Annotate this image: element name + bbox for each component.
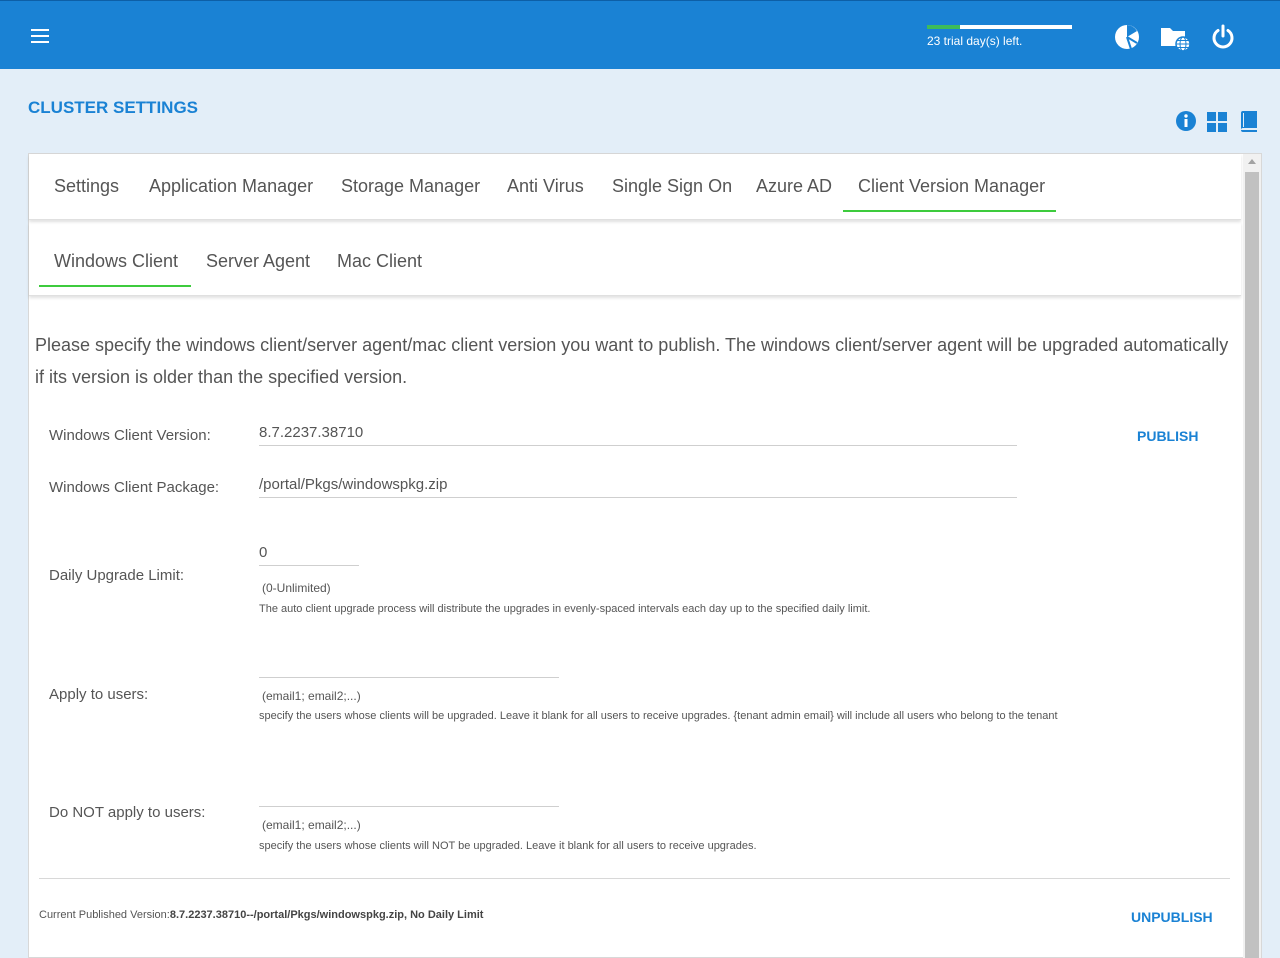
- apply-users-help: specify the users whose clients will be …: [259, 710, 1058, 722]
- package-input[interactable]: [259, 472, 1017, 498]
- tab-settings[interactable]: Settings: [54, 154, 119, 212]
- current-version-value: 8.7.2237.38710--/portal/Pkgs/windowspkg.…: [169, 909, 484, 921]
- top-bar: 23 trial day(s) left.: [0, 0, 1280, 69]
- daily-limit-input[interactable]: [259, 540, 359, 566]
- trial-progress-fill: [927, 25, 961, 29]
- tab-application-manager[interactable]: Application Manager: [149, 154, 313, 212]
- subtab-mac-client[interactable]: Mac Client: [337, 222, 422, 287]
- power-icon[interactable]: [1209, 23, 1237, 51]
- dashboard-pie-icon[interactable]: [1113, 23, 1141, 51]
- book-icon[interactable]: [1238, 110, 1260, 132]
- divider: [39, 878, 1230, 879]
- exclude-users-label: Do NOT apply to users:: [49, 804, 206, 821]
- folder-globe-icon[interactable]: [1160, 23, 1192, 52]
- version-input[interactable]: [259, 420, 1017, 446]
- tab-anti-virus[interactable]: Anti Virus: [507, 154, 584, 212]
- trial-text: 23 trial day(s) left.: [927, 34, 1023, 48]
- apply-users-input[interactable]: [259, 652, 559, 678]
- scrollbar-thumb[interactable]: [1245, 172, 1259, 958]
- exclude-users-input[interactable]: [259, 781, 559, 807]
- unpublish-button[interactable]: UNPUBLISH: [1131, 909, 1213, 925]
- subtab-server-agent[interactable]: Server Agent: [206, 222, 310, 287]
- apply-users-hint: (email1; email2;...): [262, 689, 361, 703]
- exclude-users-hint: (email1; email2;...): [262, 818, 361, 832]
- package-label: Windows Client Package:: [49, 479, 220, 496]
- daily-limit-help: The auto client upgrade process will dis…: [259, 603, 871, 615]
- publish-button[interactable]: PUBLISH: [1137, 428, 1198, 444]
- tab-client-version-manager[interactable]: Client Version Manager: [843, 154, 1056, 212]
- current-published-version: Current Published Version:8.7.2237.38710…: [39, 909, 483, 921]
- info-icon[interactable]: [1175, 110, 1197, 132]
- scroll-up-arrow-icon[interactable]: [1248, 159, 1256, 164]
- scrollbar[interactable]: [1243, 154, 1261, 958]
- exclude-users-help: specify the users whose clients will NOT…: [259, 840, 757, 852]
- hamburger-icon[interactable]: [31, 29, 49, 43]
- grid-icon[interactable]: [1206, 110, 1228, 132]
- trial-indicator: 23 trial day(s) left.: [927, 25, 1072, 48]
- daily-limit-hint: (0-Unlimited): [262, 581, 331, 595]
- tab-single-sign-on[interactable]: Single Sign On: [612, 154, 732, 212]
- daily-limit-label: Daily Upgrade Limit:: [49, 567, 185, 584]
- current-version-label: Current Published Version:: [39, 909, 170, 921]
- settings-panel: Settings Application Manager Storage Man…: [28, 153, 1262, 958]
- version-label: Windows Client Version:: [49, 427, 211, 444]
- trial-progress-bar: [927, 25, 1072, 29]
- page-title: CLUSTER SETTINGS: [28, 98, 199, 117]
- main-tabs: Settings Application Manager Storage Man…: [29, 154, 1241, 220]
- description-text: Please specify the windows client/server…: [35, 335, 1229, 387]
- tab-storage-manager[interactable]: Storage Manager: [341, 154, 480, 212]
- subtab-windows-client[interactable]: Windows Client: [39, 222, 191, 287]
- apply-users-label: Apply to users:: [49, 686, 149, 703]
- client-subtabs: Windows Client Server Agent Mac Client: [29, 222, 1241, 296]
- tab-azure-ad[interactable]: Azure AD: [756, 154, 832, 212]
